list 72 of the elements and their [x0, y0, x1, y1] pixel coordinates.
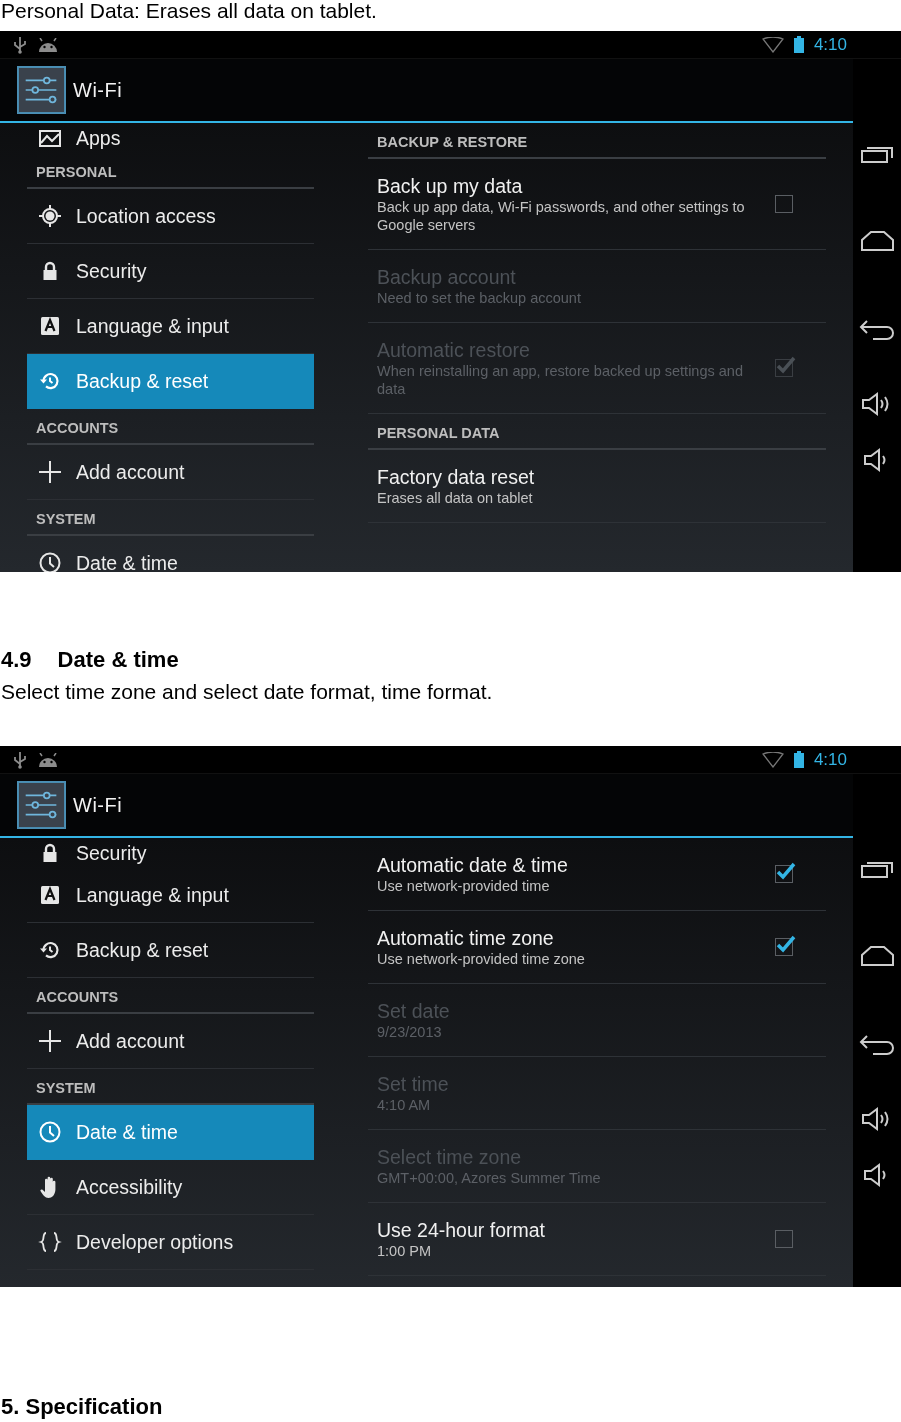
setting-title[interactable]: Back up my data	[377, 174, 775, 198]
section-header: ACCOUNTS	[36, 989, 119, 1005]
battery-icon	[793, 36, 804, 53]
checkbox[interactable]	[775, 1230, 793, 1248]
sidebar-item[interactable]: Backup & reset	[27, 923, 314, 978]
section-header: SYSTEM	[36, 1080, 96, 1096]
section-title: Date & time	[57, 648, 179, 672]
status-time: 4:10	[813, 749, 847, 770]
sidebar-item[interactable]: Apps	[27, 123, 314, 153]
section-header: SYSTEM	[36, 511, 96, 527]
setting-summary: 4:10 AM	[377, 1096, 432, 1114]
setting-summary: 9/23/2013	[377, 1023, 443, 1041]
plus-icon	[38, 460, 62, 484]
status-time: 4:10	[813, 34, 847, 55]
recent-apps-icon[interactable]	[861, 860, 893, 878]
letter-a-icon	[38, 883, 62, 907]
sidebar-item[interactable]: Accessibility	[27, 1160, 314, 1215]
section-header: PERSONAL	[36, 164, 117, 180]
sidebar-item[interactable]: Backup & reset	[27, 354, 314, 409]
checkbox[interactable]	[775, 938, 793, 956]
setting-title[interactable]: Automatic date & time	[377, 853, 775, 877]
sidebar-item[interactable]: Developer options	[27, 1215, 314, 1270]
setting-title[interactable]: Use 24-hour format	[377, 1218, 775, 1242]
home-icon[interactable]	[860, 946, 894, 966]
android-icon	[37, 37, 59, 52]
sliders-icon	[17, 781, 66, 829]
usb-icon	[13, 35, 27, 54]
setting-summary: GMT+00:00, Azores Summer Time	[377, 1169, 602, 1187]
setting-summary: Erases all data on tablet	[377, 489, 534, 507]
sidebar-item[interactable]: Language & input	[27, 868, 314, 923]
location-icon	[38, 204, 62, 228]
sidebar-item[interactable]: Add account	[27, 445, 314, 500]
clock-icon	[38, 1120, 62, 1144]
action-bar-title: Wi-Fi	[73, 78, 123, 102]
action-bar-title: Wi-Fi	[73, 793, 123, 817]
wifi-icon	[761, 751, 784, 768]
battery-icon	[793, 751, 804, 768]
setting-title[interactable]: Automatic time zone	[377, 926, 775, 950]
sidebar-item[interactable]: Location access	[27, 189, 314, 244]
back-icon[interactable]	[859, 1034, 895, 1056]
section-header: BACKUP & RESTORE	[377, 134, 528, 150]
home-icon[interactable]	[860, 231, 894, 251]
checkbox[interactable]	[775, 195, 793, 213]
checkbox[interactable]	[775, 865, 793, 883]
back-icon[interactable]	[859, 319, 895, 341]
sidebar-item[interactable]: Security	[27, 838, 314, 868]
section-number: 4.9	[1, 648, 32, 672]
paragraph: Personal Data: Erases all data on tablet.	[1, 0, 378, 22]
sidebar-item[interactable]: Date & time	[27, 1105, 314, 1160]
setting-summary: Back up app data, Wi-Fi passwords, and other settings to Google servers	[377, 198, 746, 234]
setting-summary: Use network-provided time zone	[377, 950, 586, 968]
sidebar-item[interactable]: Add account	[27, 1014, 314, 1069]
sliders-icon	[17, 66, 66, 114]
setting-summary: When reinstalling an app, restore backed up settings and data	[377, 362, 744, 398]
plus-icon	[38, 1029, 62, 1053]
android-icon	[37, 752, 59, 767]
section-header: ACCOUNTS	[36, 420, 119, 436]
wifi-icon	[761, 36, 784, 53]
section-header: PERSONAL DATA	[377, 425, 500, 441]
paragraph: Select time zone and select date format, time format.	[1, 680, 494, 704]
setting-summary: Use network-provided time	[377, 877, 551, 895]
braces-icon	[38, 1230, 62, 1254]
setting-summary: 1:00 PM	[377, 1242, 432, 1260]
usb-icon	[13, 750, 27, 769]
sidebar-item[interactable]: Security	[27, 244, 314, 299]
setting-title[interactable]: Factory data reset	[377, 465, 826, 489]
section-title: 5. Specification	[1, 1395, 164, 1419]
sidebar-item[interactable]: Date & time	[27, 536, 314, 572]
recent-apps-icon[interactable]	[861, 145, 893, 163]
setting-summary: Need to set the backup account	[377, 289, 582, 307]
clock-icon	[38, 551, 62, 572]
letter-a-icon	[38, 314, 62, 338]
